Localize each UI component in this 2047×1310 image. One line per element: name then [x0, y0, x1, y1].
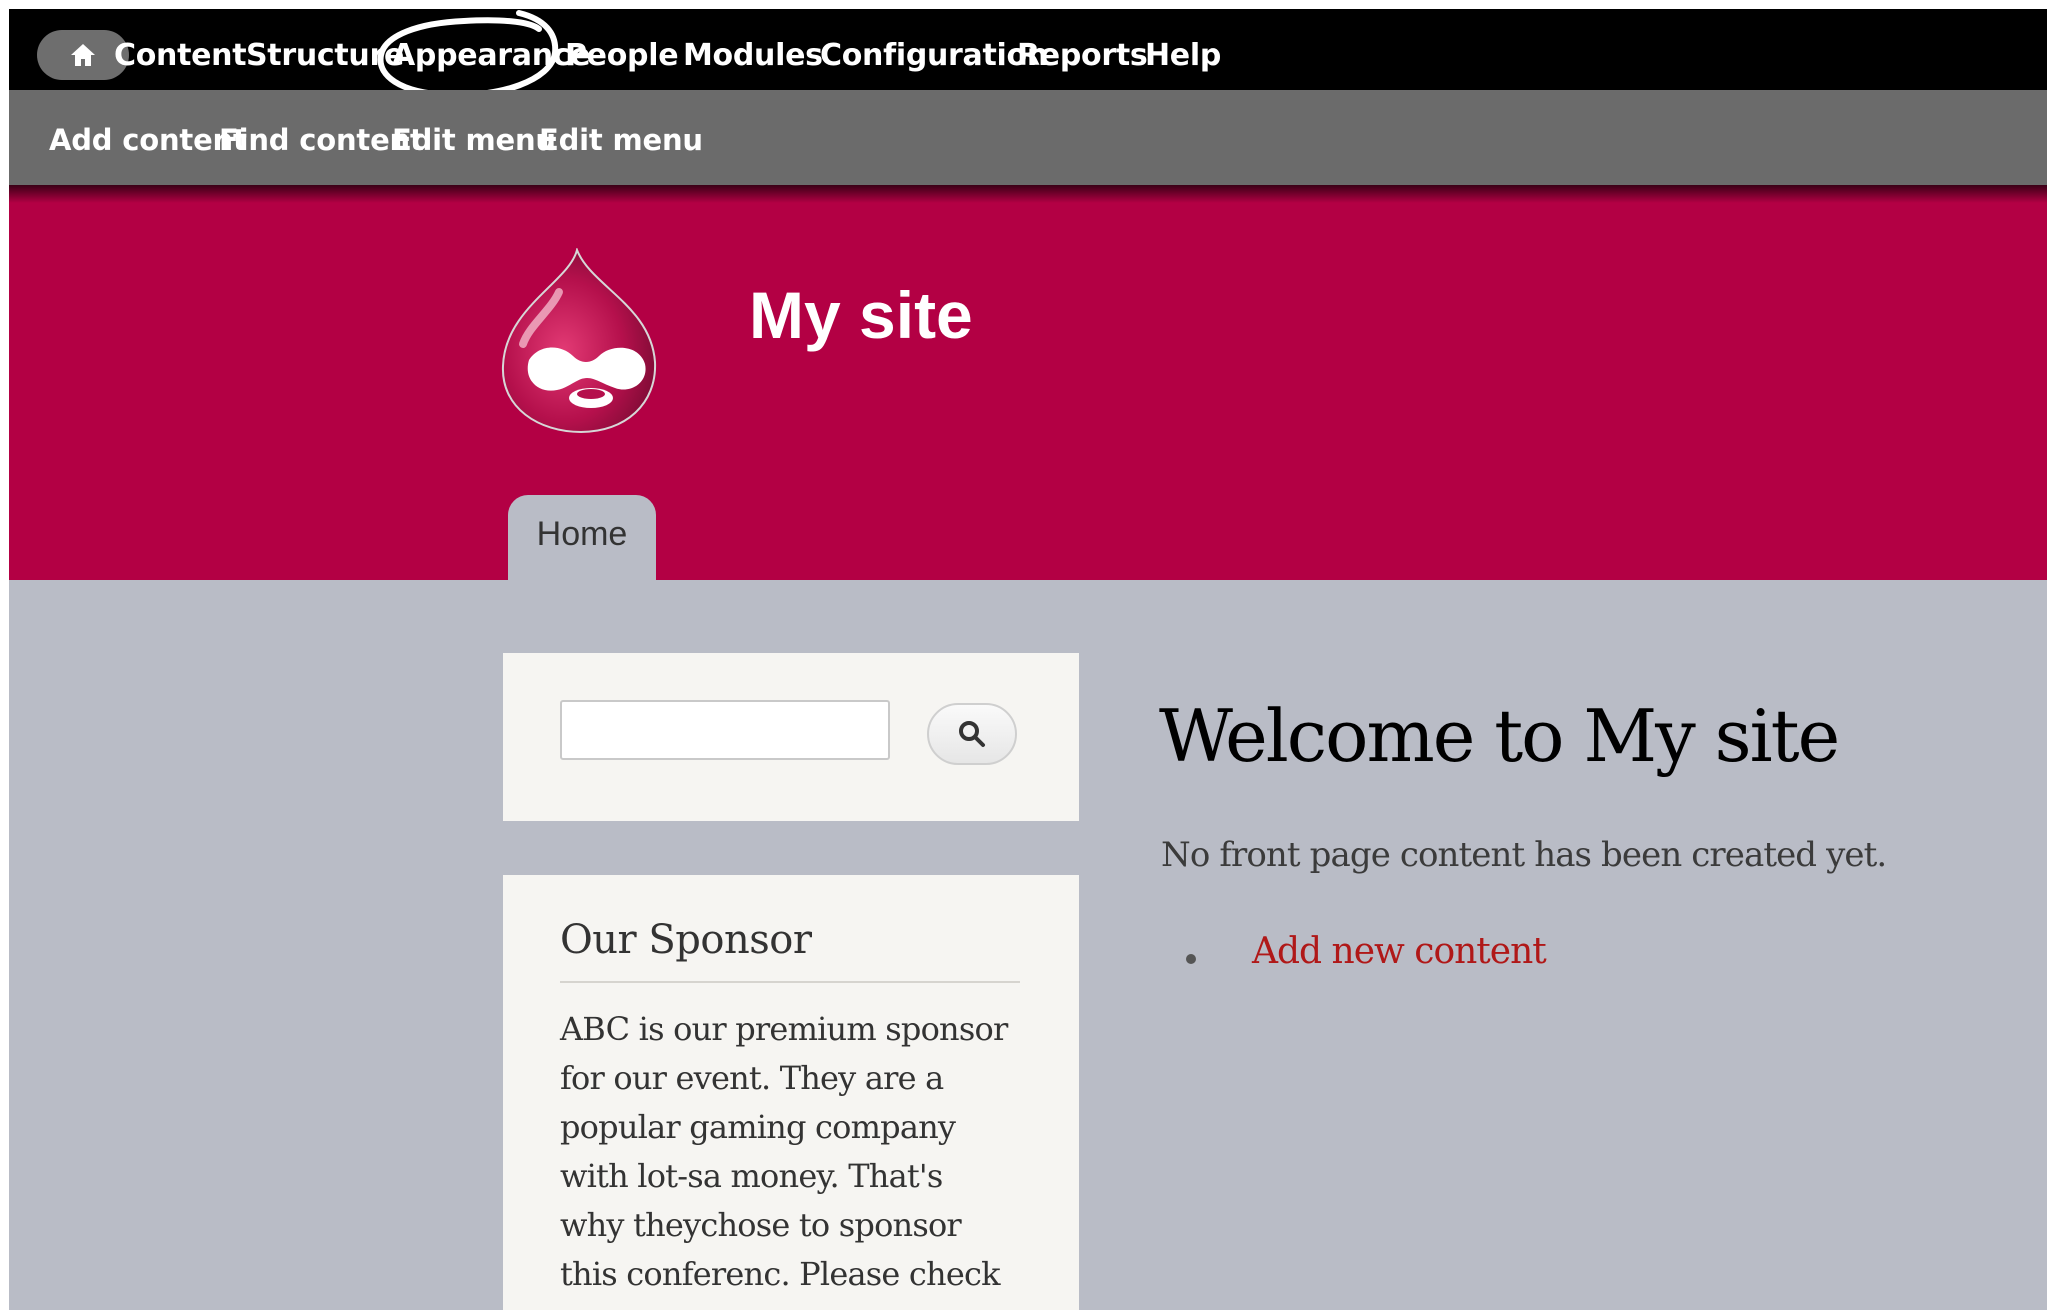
- search-icon: [959, 721, 985, 747]
- tab-home[interactable]: Home: [508, 495, 656, 580]
- toolbar-shadow: [9, 185, 2047, 203]
- sponsor-line: with lot-sa money. That's: [560, 1157, 943, 1195]
- search-button[interactable]: [927, 703, 1017, 765]
- toolbar-item-people[interactable]: People: [565, 32, 679, 80]
- sponsor-line: why theychose to sponsor: [560, 1206, 962, 1244]
- site-name[interactable]: My site: [749, 275, 973, 355]
- sponsor-block: Our Sponsor ABC is our premium sponsor f…: [503, 875, 1079, 1310]
- shortcuts-bar: Add content Find content Edit menu Edit …: [9, 90, 2047, 185]
- toolbar-item-structure[interactable]: Structure: [246, 32, 404, 80]
- add-new-content-link[interactable]: Add new content: [1252, 931, 1547, 972]
- toolbar-item-reports[interactable]: Reports: [1017, 32, 1148, 80]
- sponsor-line: for our event. They are a: [560, 1059, 944, 1097]
- toolbar-item-configuration[interactable]: Configuration: [820, 32, 1048, 80]
- action-list: Add new content: [1186, 931, 1547, 972]
- shortcut-edit-menu-2[interactable]: Edit menu: [539, 120, 703, 160]
- admin-toolbar: Content Structure Appearance People Modu…: [9, 9, 2047, 90]
- toolbar-item-content[interactable]: Content: [114, 32, 247, 80]
- search-block: [503, 653, 1079, 821]
- browser-viewport: Content Structure Appearance People Modu…: [9, 9, 2047, 1310]
- sponsor-line: popular gaming company: [560, 1108, 956, 1146]
- sponsor-line: this conferenc. Please check: [560, 1255, 1000, 1293]
- toolbar-item-help[interactable]: Help: [1145, 32, 1221, 80]
- shortcut-edit-menu[interactable]: Edit menu: [392, 120, 556, 160]
- shortcut-add-content[interactable]: Add content: [49, 120, 247, 160]
- site-logo[interactable]: [499, 248, 661, 434]
- search-input[interactable]: [560, 700, 890, 760]
- home-icon: [71, 44, 95, 66]
- sponsor-line: ABC is our premium sponsor: [560, 1010, 1008, 1048]
- sponsor-title: Our Sponsor: [560, 917, 812, 963]
- page-title: Welcome to My site: [1159, 694, 1840, 778]
- tab-home-label: Home: [536, 515, 628, 553]
- sponsor-divider: [560, 981, 1020, 983]
- toolbar-item-modules[interactable]: Modules: [683, 32, 823, 80]
- empty-message: No front page content has been created y…: [1161, 835, 1887, 875]
- sponsor-text: ABC is our premium sponsor for our event…: [560, 1005, 1030, 1299]
- bullet-icon: [1186, 954, 1196, 964]
- site-header: My site Home: [9, 185, 2047, 580]
- list-item: Add new content: [1186, 931, 1547, 972]
- toolbar-item-appearance[interactable]: Appearance: [392, 32, 591, 80]
